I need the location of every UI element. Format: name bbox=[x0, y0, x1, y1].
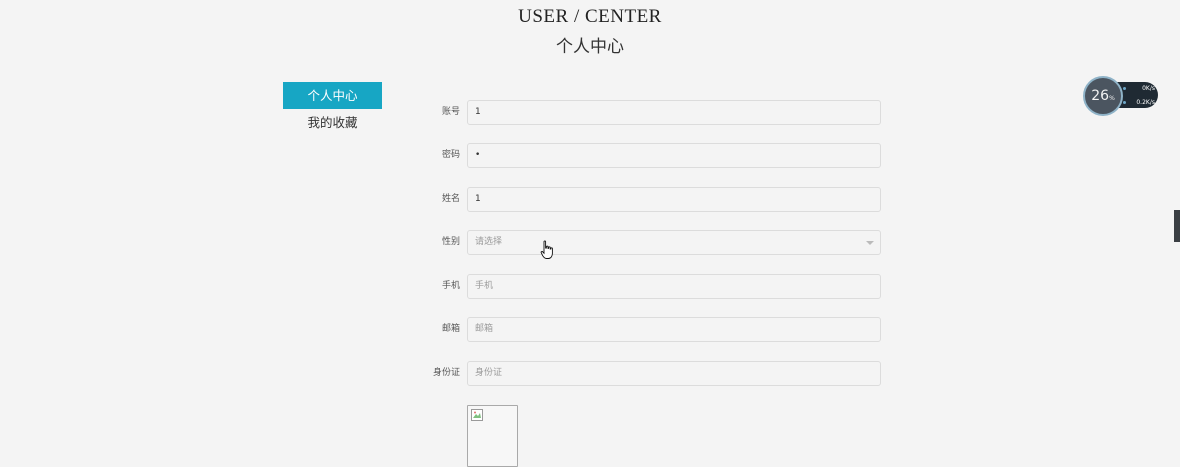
form-row-password: 密码 • bbox=[420, 143, 881, 168]
gender-select-value: 请选择 bbox=[475, 237, 503, 247]
download-icon bbox=[1123, 101, 1126, 104]
widget-gauge: 26% bbox=[1083, 76, 1123, 116]
password-label: 密码 bbox=[441, 150, 460, 160]
page-subtitle: 个人中心 bbox=[556, 37, 624, 57]
name-input[interactable]: 1 bbox=[467, 187, 881, 212]
gender-select[interactable]: 请选择 bbox=[467, 230, 881, 255]
account-label: 账号 bbox=[441, 107, 460, 117]
form-row-email: 邮箱 邮箱 bbox=[420, 317, 881, 342]
hand-cursor-icon bbox=[540, 240, 553, 259]
password-input[interactable]: • bbox=[467, 143, 881, 168]
side-nav-item-user-center[interactable]: 个人中心 bbox=[283, 82, 382, 109]
name-label: 姓名 bbox=[441, 194, 460, 204]
form-row-phone: 手机 手机 bbox=[420, 274, 881, 299]
form-row-gender: 性别 请选择 bbox=[420, 230, 881, 255]
side-nav: 个人中心 我的收藏 bbox=[283, 82, 382, 136]
form-row-id-card: 身份证 身份证 bbox=[420, 361, 881, 386]
phone-input[interactable]: 手机 bbox=[467, 274, 881, 299]
id-card-label: 身份证 bbox=[432, 368, 460, 378]
form-row-account: 账号 1 bbox=[420, 100, 881, 125]
phone-label: 手机 bbox=[441, 281, 460, 291]
gender-label: 性别 bbox=[441, 237, 460, 247]
scrollbar-thumb[interactable] bbox=[1174, 210, 1180, 242]
download-speed: 0.2K/s bbox=[1136, 99, 1155, 106]
form-row-name: 姓名 1 bbox=[420, 187, 881, 212]
email-label: 邮箱 bbox=[441, 324, 460, 334]
upload-speed: 0K/s bbox=[1142, 85, 1155, 92]
account-input[interactable]: 1 bbox=[467, 100, 881, 125]
avatar-upload[interactable] bbox=[467, 405, 518, 467]
email-input[interactable]: 邮箱 bbox=[467, 317, 881, 342]
network-widget[interactable]: 0K/s 0.2K/s 26% bbox=[1083, 76, 1159, 116]
side-nav-item-favorites[interactable]: 我的收藏 bbox=[283, 109, 382, 136]
page-title: USER / CENTER bbox=[518, 6, 662, 27]
broken-image-icon bbox=[471, 409, 483, 421]
id-card-input[interactable]: 身份证 bbox=[467, 361, 881, 386]
upload-icon bbox=[1123, 87, 1126, 90]
chevron-down-icon bbox=[866, 241, 874, 245]
